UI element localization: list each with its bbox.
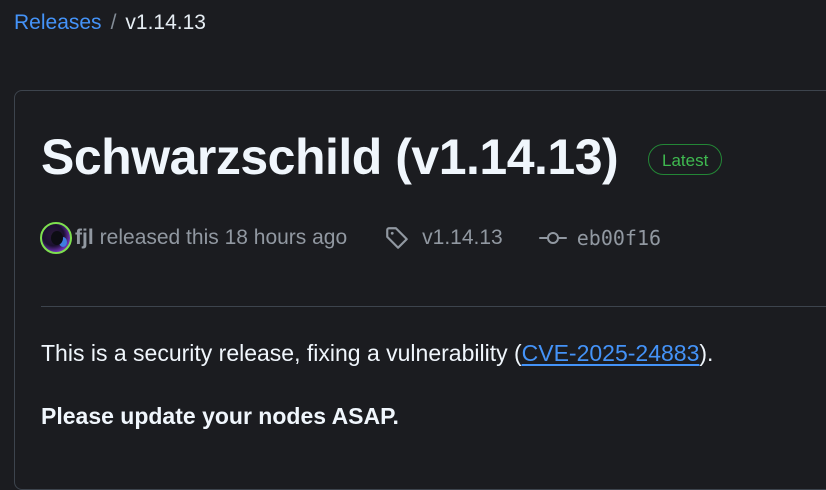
release-card: Schwarzschild (v1.14.13) Latest fjl rele… (14, 90, 826, 490)
release-meta: fjl released this 18 hours ago v1.14.13 … (40, 221, 661, 255)
commit-link[interactable]: eb00f16 (538, 226, 662, 250)
git-commit-icon (538, 228, 567, 248)
released-time-text: released this 18 hours ago (99, 226, 348, 249)
commit-hash: eb00f16 (576, 226, 662, 250)
release-body-line: This is a security release, fixing a vul… (41, 337, 713, 369)
tag-link[interactable]: v1.14.13 (384, 225, 503, 251)
release-body-prefix: This is a security release, fixing a vul… (41, 340, 522, 366)
update-notice: Please update your nodes ASAP. (41, 403, 399, 429)
release-body-suffix: ). (699, 340, 714, 366)
tag-icon (384, 225, 410, 251)
author-link[interactable]: fjl (75, 226, 94, 250)
breadcrumb: Releases / v1.14.13 (14, 9, 206, 37)
breadcrumb-releases-link[interactable]: Releases (14, 11, 102, 34)
cve-link[interactable]: CVE-2025-24883 (522, 340, 700, 366)
author-avatar[interactable] (40, 222, 72, 254)
tag-label: v1.14.13 (422, 226, 503, 249)
divider (41, 306, 826, 307)
breadcrumb-separator: / (110, 11, 117, 34)
latest-badge: Latest (648, 144, 723, 175)
breadcrumb-current-version: v1.14.13 (125, 11, 206, 34)
release-title[interactable]: Schwarzschild (v1.14.13) (41, 124, 619, 190)
